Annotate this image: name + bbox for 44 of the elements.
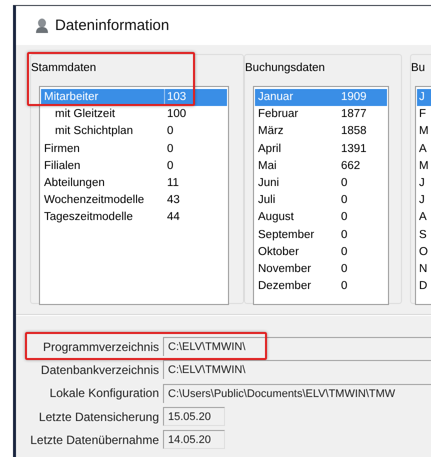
window-title: Dateninformation (55, 17, 170, 34)
list-row[interactable]: Februar 1877 (255, 106, 387, 124)
field-label: Programmverzeichnis (42, 340, 160, 354)
list-row[interactable]: September 0 (255, 226, 387, 244)
field-label: Letzte Datensicherung (38, 410, 160, 424)
app-icon (35, 18, 49, 34)
list-row[interactable]: A (417, 140, 431, 158)
group-title: Stammdaten (31, 61, 98, 76)
list-row[interactable]: mit Gleitzeit 100 (41, 106, 227, 124)
list-row[interactable]: Firmen 0 (41, 140, 227, 158)
list-row[interactable]: J (417, 192, 431, 210)
list-row[interactable]: F (417, 106, 431, 124)
list-row[interactable]: mit Schichtplan 0 (41, 123, 227, 141)
path-field[interactable]: C:\Users\Public\Documents\ELV\TMWIN\TMW (163, 384, 431, 403)
list-row[interactable]: Mai 662 (255, 158, 387, 175)
list-row[interactable]: Juni 0 (255, 174, 387, 192)
list-row[interactable]: M (417, 158, 431, 175)
field-label: Datenbankverzeichnis (40, 362, 160, 377)
list-row[interactable]: J (417, 174, 431, 192)
group-title: Bu (411, 61, 426, 76)
group-title: Buchungsdaten (245, 61, 326, 76)
path-field[interactable]: C:\ELV\TMWIN\ (163, 337, 431, 356)
list-row[interactable]: A (417, 209, 431, 226)
list-row[interactable]: M (417, 123, 431, 141)
list-row[interactable]: August 0 (255, 209, 387, 226)
list-row[interactable]: S (417, 226, 431, 244)
path-field[interactable]: 14.05.20 (163, 430, 225, 450)
list-row[interactable]: Filialen 0 (41, 158, 227, 175)
list-row[interactable]: Dezember 0 (255, 278, 387, 296)
list-row[interactable]: Tageszeitmodelle 44 (41, 209, 227, 226)
list-row[interactable]: D (417, 278, 431, 296)
list-row[interactable]: Abteilungen 11 (41, 174, 227, 192)
list-row[interactable]: N (417, 260, 431, 278)
path-field[interactable]: 15.05.20 (163, 407, 225, 426)
list-row[interactable]: Wochenzeitmodelle 43 (41, 192, 227, 210)
list-row[interactable]: Juli 0 (255, 192, 387, 210)
list-row[interactable]: Oktober 0 (255, 244, 387, 261)
list-row[interactable]: November 0 (255, 260, 387, 278)
list-row[interactable]: März 1858 (255, 123, 387, 141)
field-label: Lokale Konfiguration (48, 386, 160, 400)
field-label: Letzte Datenübernahme (29, 432, 160, 447)
list-row[interactable]: O (417, 244, 431, 261)
path-field[interactable]: C:\ELV\TMWIN\ (163, 360, 431, 380)
list-row[interactable]: April 1391 (255, 140, 387, 158)
